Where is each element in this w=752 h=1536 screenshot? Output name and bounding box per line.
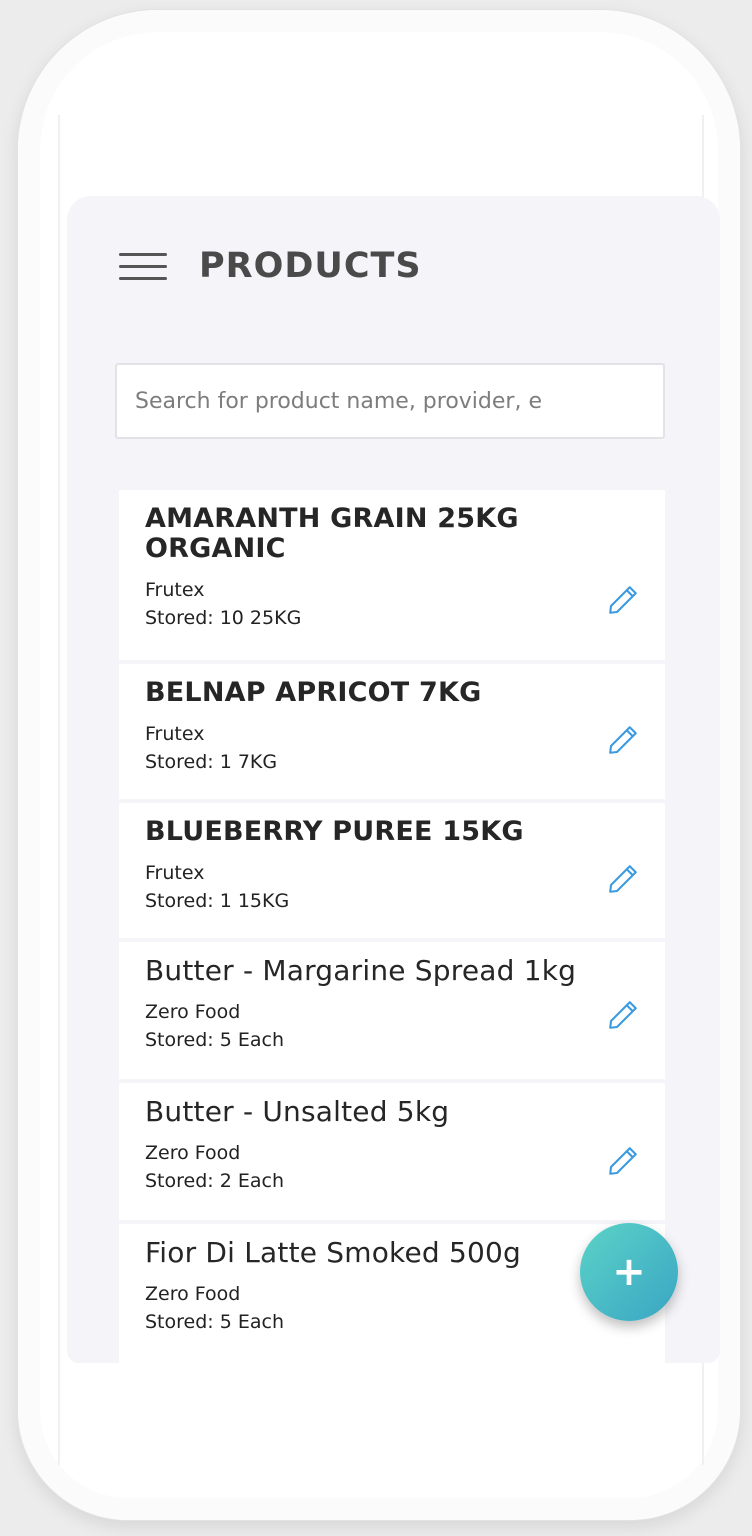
product-list: AMARANTH GRAIN 25KG ORGANIC Frutex Store…: [119, 490, 665, 1363]
product-provider: Zero Food: [145, 1001, 241, 1023]
pencil-edit-icon[interactable]: [605, 1143, 641, 1179]
product-item[interactable]: BELNAP APRICOT 7KG Frutex Stored: 1 7KG: [119, 664, 665, 799]
product-provider: Zero Food: [145, 1142, 241, 1164]
product-stored: Stored: 1 15KG: [145, 890, 290, 912]
app-screen: PRODUCTS AMARANTH GRAIN 25KG ORGANIC Fru…: [67, 196, 720, 1363]
product-name: Butter - Margarine Spread 1kg: [145, 954, 577, 987]
product-item[interactable]: Fior Di Latte Smoked 500g Zero Food Stor…: [119, 1224, 665, 1363]
product-stored: Stored: 2 Each: [145, 1170, 284, 1192]
product-provider: Frutex: [145, 723, 205, 745]
product-item[interactable]: Butter - Margarine Spread 1kg Zero Food …: [119, 942, 665, 1079]
product-item[interactable]: BLUEBERRY PUREE 15KG Frutex Stored: 1 15…: [119, 803, 665, 938]
product-name: Fior Di Latte Smoked 500g: [145, 1236, 521, 1269]
product-name: BELNAP APRICOT 7KG: [145, 677, 482, 708]
product-provider: Frutex: [145, 862, 205, 884]
add-product-button[interactable]: +: [580, 1223, 678, 1321]
product-stored: Stored: 5 Each: [145, 1029, 284, 1051]
pencil-edit-icon[interactable]: [605, 582, 641, 618]
search-input[interactable]: [115, 363, 665, 439]
product-provider: Zero Food: [145, 1283, 241, 1305]
product-stored: Stored: 5 Each: [145, 1311, 284, 1333]
product-provider: Frutex: [145, 579, 205, 601]
product-stored: Stored: 10 25KG: [145, 607, 302, 629]
plus-icon: +: [612, 1249, 646, 1295]
product-item[interactable]: Butter - Unsalted 5kg Zero Food Stored: …: [119, 1083, 665, 1220]
product-stored: Stored: 1 7KG: [145, 751, 278, 773]
hamburger-menu-icon[interactable]: [119, 247, 167, 285]
app-header: PRODUCTS: [119, 246, 422, 286]
pencil-edit-icon[interactable]: [605, 861, 641, 897]
product-name: BLUEBERRY PUREE 15KG: [145, 816, 524, 847]
page-title: PRODUCTS: [199, 246, 422, 286]
product-name: AMARANTH GRAIN 25KG ORGANIC: [145, 503, 519, 564]
product-item[interactable]: AMARANTH GRAIN 25KG ORGANIC Frutex Store…: [119, 490, 665, 660]
pencil-edit-icon[interactable]: [605, 722, 641, 758]
product-name: Butter - Unsalted 5kg: [145, 1095, 450, 1128]
pencil-edit-icon[interactable]: [605, 997, 641, 1033]
